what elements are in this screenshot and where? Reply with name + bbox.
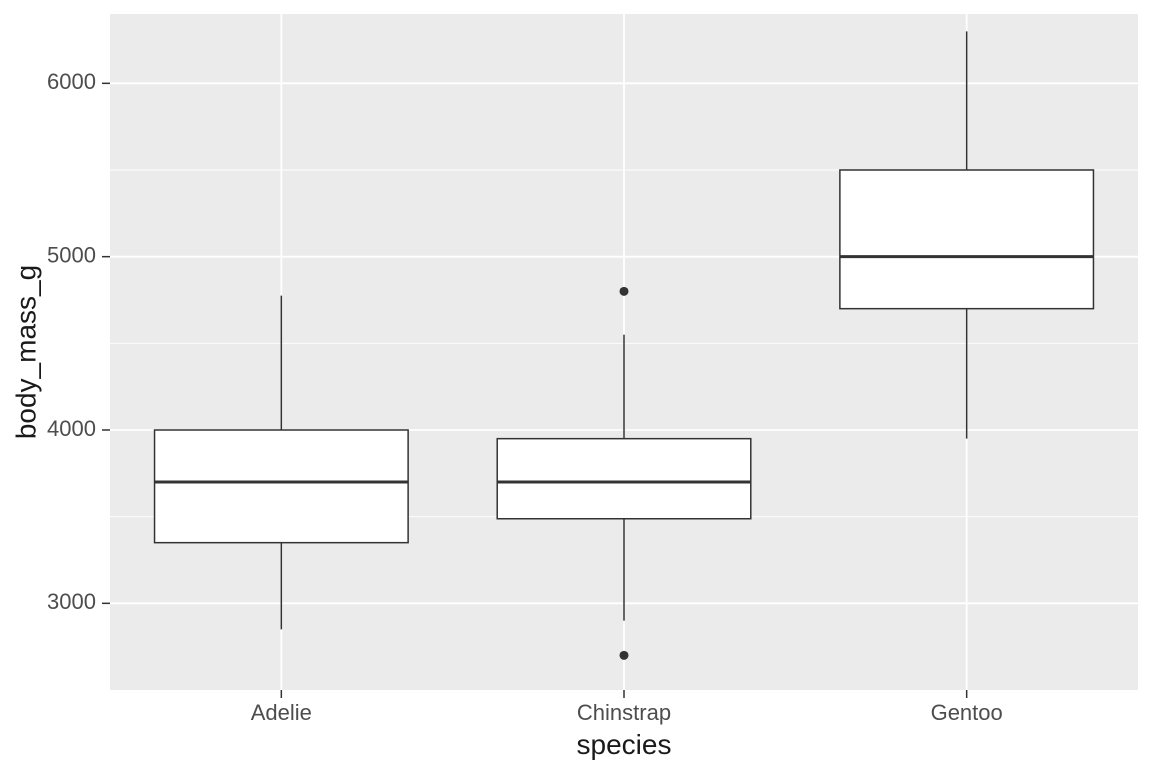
outlier-point	[620, 651, 629, 660]
x-axis-title: species	[577, 729, 672, 760]
x-tick-label: Chinstrap	[577, 700, 671, 725]
chart-svg: 3000 4000 5000 6000 Adelie Chinstrap Gentoo bod…	[0, 0, 1152, 768]
y-axis-title: body_mass_g	[10, 265, 41, 439]
box-chinstrap	[497, 439, 751, 519]
boxplot-chart: 3000 4000 5000 6000 Adelie Chinstrap Gentoo bod…	[0, 0, 1152, 768]
y-tick-label: 6000	[47, 69, 96, 94]
y-tick-label: 3000	[47, 589, 96, 614]
y-tick-label: 4000	[47, 416, 96, 441]
box-gentoo	[840, 170, 1094, 309]
y-tick-label: 5000	[47, 242, 96, 267]
x-tick-label: Adelie	[251, 700, 312, 725]
box-adelie	[155, 430, 409, 543]
outlier-point	[620, 287, 629, 296]
x-tick-label: Gentoo	[931, 700, 1003, 725]
